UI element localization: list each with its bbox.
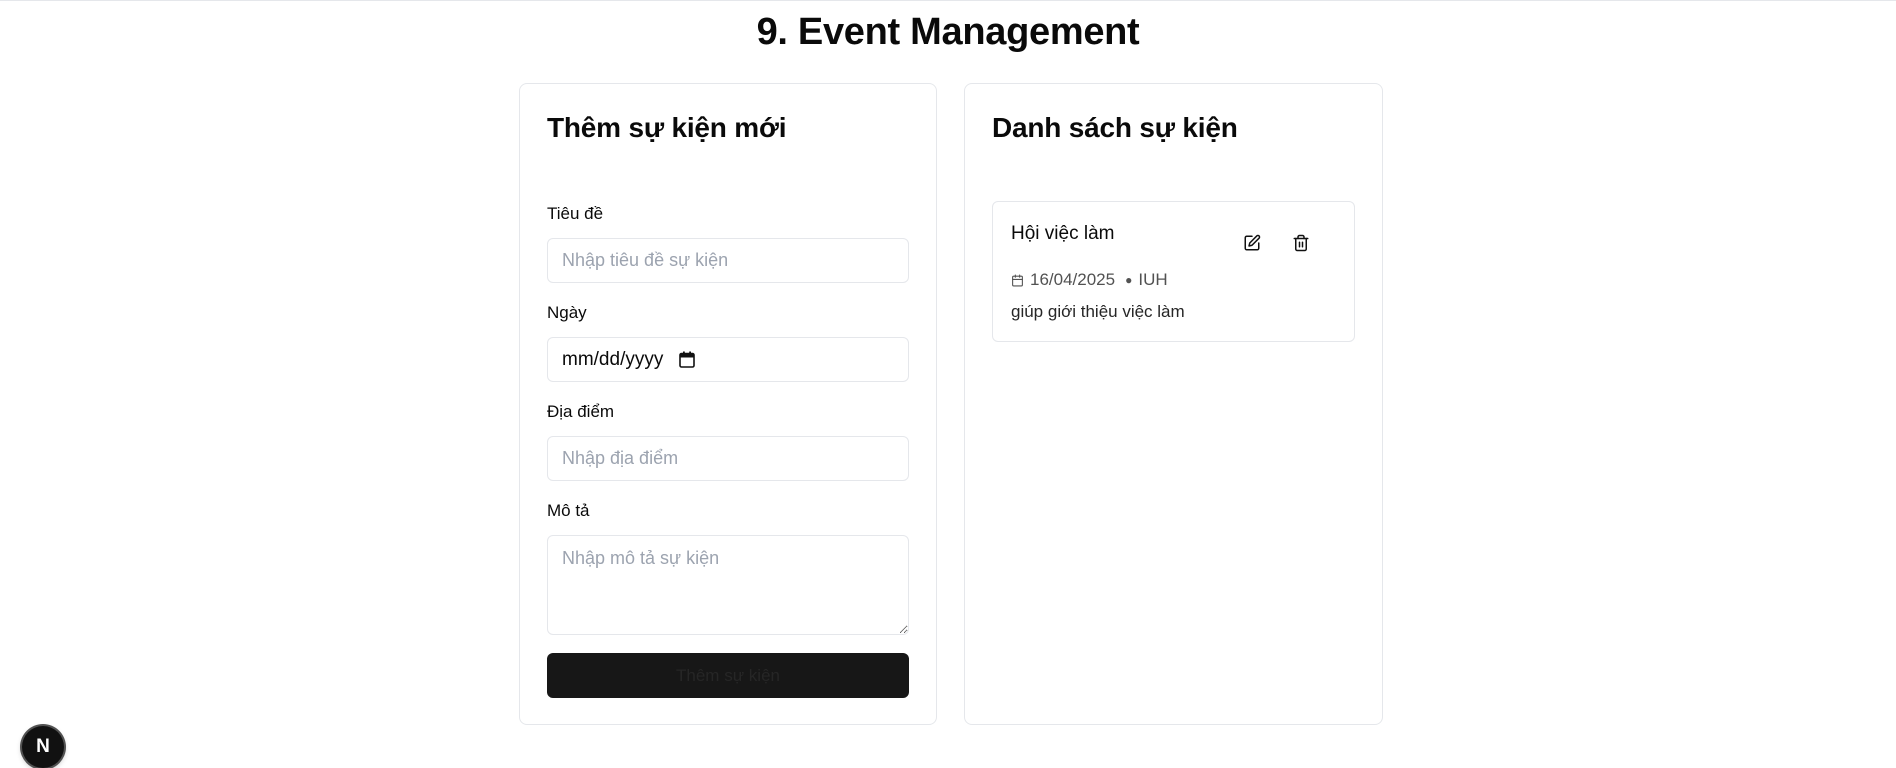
event-title: Hội việc làm xyxy=(1011,223,1115,244)
location-label: Địa điểm xyxy=(547,402,615,421)
location-input[interactable] xyxy=(547,436,909,481)
date-label: Ngày xyxy=(547,303,587,322)
calendar-picker-icon[interactable] xyxy=(679,351,696,368)
edit-icon[interactable] xyxy=(1240,231,1264,255)
event-item: Hội việc làm 16/04/2025 ● IUH giúp giới … xyxy=(992,201,1355,342)
calendar-icon xyxy=(1011,274,1024,287)
event-location: IUH xyxy=(1138,270,1168,289)
date-input[interactable]: mm/dd/yyyy xyxy=(547,337,909,382)
event-meta: 16/04/2025 ● IUH xyxy=(1011,270,1168,290)
nextjs-devtools-button[interactable]: N xyxy=(22,726,64,768)
trash-icon[interactable] xyxy=(1289,231,1313,255)
event-description: giúp giới thiệu việc làm xyxy=(1011,302,1185,321)
event-date: 16/04/2025 xyxy=(1030,270,1116,289)
title-input[interactable] xyxy=(547,238,909,283)
add-event-title: Thêm sự kiện mới xyxy=(547,112,787,143)
page-title: 9. Event Management xyxy=(756,11,1140,53)
description-label: Mô tả xyxy=(547,501,590,520)
nextjs-logo-icon: N xyxy=(36,736,50,757)
event-list-title: Danh sách sự kiện xyxy=(992,112,1238,143)
separator-dot: ● xyxy=(1125,273,1133,287)
event-list-card: Danh sách sự kiện Hội việc làm 16/04/202… xyxy=(964,83,1383,725)
add-event-card: Thêm sự kiện mới Tiêu đề Ngày mm/dd/yyyy… xyxy=(519,83,937,725)
description-textarea[interactable] xyxy=(547,535,909,635)
date-input-value: mm/dd/yyyy xyxy=(562,348,664,370)
title-label: Tiêu đề xyxy=(547,204,604,223)
add-event-button[interactable]: Thêm sự kiện xyxy=(547,653,909,698)
